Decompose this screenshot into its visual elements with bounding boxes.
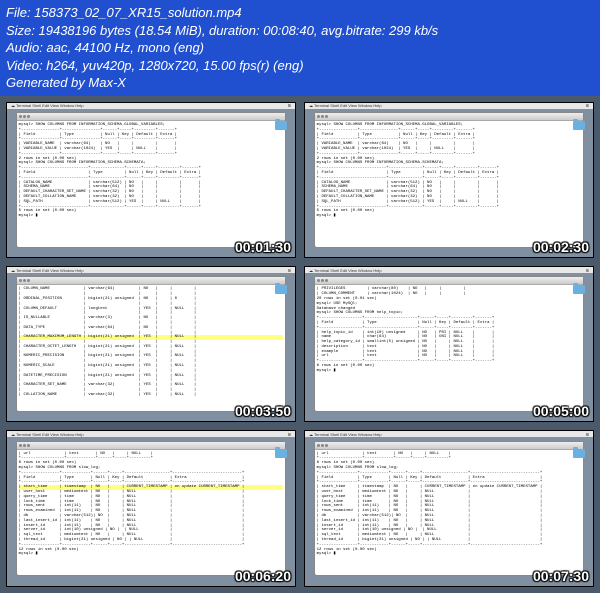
folder-icon <box>275 121 287 130</box>
terminal-output: | url | text | NO | | NULL |+-----------… <box>17 450 286 576</box>
folder-icon <box>275 449 287 458</box>
video-line: Video: h264, yuv420p, 1280x720, 15.00 fp… <box>6 57 594 75</box>
os-menubar: ☁ Terminal Shell Edit View Window Help⊞ <box>7 103 295 109</box>
media-info-header: File: 158373_02_07_XR15_solution.mp4 Siz… <box>0 0 600 96</box>
terminal-window: mysql> SHOW COLUMNS FROM INFORMATION_SCH… <box>314 112 585 248</box>
timestamp: 00:03:50 <box>235 403 291 419</box>
thumbnail-3[interactable]: ☁ Terminal Shell Edit View Window Help⊞ |… <box>6 266 296 422</box>
folder-icon <box>275 285 287 294</box>
terminal-output: mysql> SHOW COLUMNS FROM INFORMATION_SCH… <box>315 121 584 247</box>
timestamp: 00:06:20 <box>235 568 291 584</box>
thumbnail-6[interactable]: ☁ Terminal Shell Edit View Window Help⊞ |… <box>304 430 594 586</box>
folder-icon <box>573 449 585 458</box>
os-menubar: ☁ Terminal Shell Edit View Window Help⊞ <box>305 103 593 109</box>
size-line: Size: 19438196 bytes (18.54 MiB), durati… <box>6 22 594 40</box>
terminal-output: | COLUMN_NAME | varchar(64) | NO | | || … <box>17 285 286 411</box>
thumbnail-2[interactable]: ☁ Terminal Shell Edit View Window Help⊞ m… <box>304 102 594 258</box>
terminal-window: | url | text | NO | | NULL |+-----------… <box>16 441 287 577</box>
window-titlebar <box>315 113 584 121</box>
file-line: File: 158373_02_07_XR15_solution.mp4 <box>6 4 594 22</box>
os-menubar: ☁ Terminal Shell Edit View Window Help⊞ <box>305 431 593 437</box>
window-titlebar <box>17 277 286 285</box>
terminal-window: | url | text | NO | | NULL |+-----------… <box>314 441 585 577</box>
timestamp: 00:07:30 <box>533 568 589 584</box>
terminal-window: | COLUMN_NAME | varchar(64) | NO | | || … <box>16 276 287 412</box>
terminal-output: | url | text | NO | | NULL |+-----------… <box>315 450 584 576</box>
os-menubar: ☁ Terminal Shell Edit View Window Help⊞ <box>7 267 295 273</box>
terminal-window: mysql> SHOW COLUMNS FROM INFORMATION_SCH… <box>16 112 287 248</box>
thumbnail-1[interactable]: ☁ Terminal Shell Edit View Window Help⊞ m… <box>6 102 296 258</box>
os-menubar: ☁ Terminal Shell Edit View Window Help⊞ <box>7 431 295 437</box>
timestamp: 00:02:30 <box>533 239 589 255</box>
terminal-window: | PRIVILEGES | varchar(80) | NO | | || C… <box>314 276 585 412</box>
os-menubar: ☁ Terminal Shell Edit View Window Help⊞ <box>305 267 593 273</box>
window-titlebar <box>315 442 584 450</box>
folder-icon <box>573 121 585 130</box>
generated-line: Generated by Max-X <box>6 74 594 92</box>
terminal-output: mysql> SHOW COLUMNS FROM INFORMATION_SCH… <box>17 121 286 247</box>
thumbnail-4[interactable]: ☁ Terminal Shell Edit View Window Help⊞ |… <box>304 266 594 422</box>
window-titlebar <box>315 277 584 285</box>
timestamp: 00:01:30 <box>235 239 291 255</box>
terminal-output: | PRIVILEGES | varchar(80) | NO | | || C… <box>315 285 584 411</box>
window-titlebar <box>17 113 286 121</box>
window-titlebar <box>17 442 286 450</box>
thumbnail-5[interactable]: ☁ Terminal Shell Edit View Window Help⊞ |… <box>6 430 296 586</box>
audio-line: Audio: aac, 44100 Hz, mono (eng) <box>6 39 594 57</box>
timestamp: 00:05:00 <box>533 403 589 419</box>
thumbnail-grid: ☁ Terminal Shell Edit View Window Help⊞ m… <box>0 96 600 593</box>
folder-icon <box>573 285 585 294</box>
